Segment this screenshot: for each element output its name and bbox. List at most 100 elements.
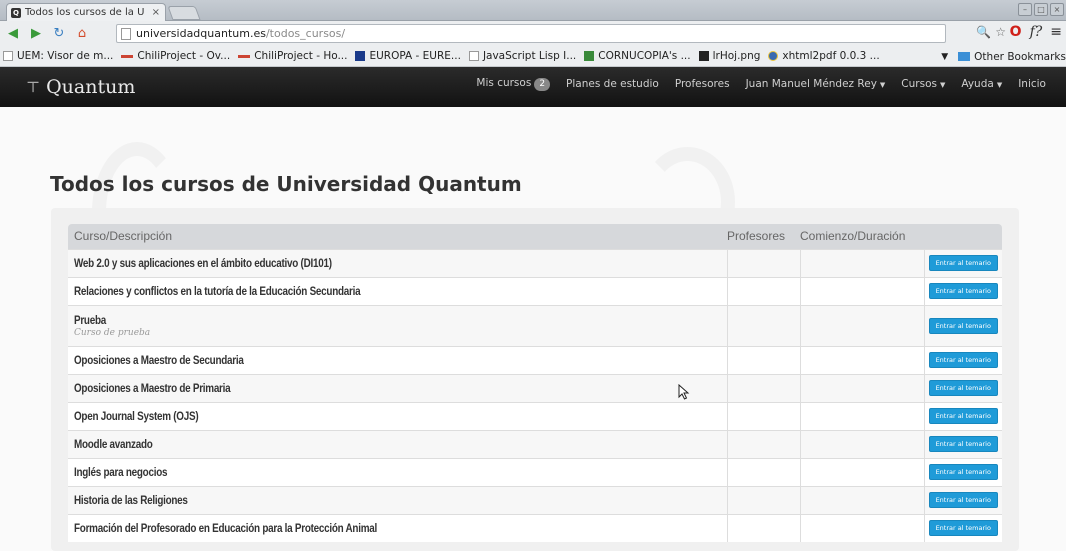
back-icon[interactable]: ◀ <box>3 24 23 44</box>
image-icon <box>698 51 709 61</box>
bookmark-item[interactable]: ChiliProject - Ho... <box>235 50 352 62</box>
url-path: /todos_cursos/ <box>265 27 346 40</box>
bookmark-item[interactable]: xhtml2pdf 0.0.3 ... <box>765 50 884 62</box>
bookmark-label: ChiliProject - Ho... <box>254 50 348 62</box>
action-cell: Entrar al temario <box>923 276 1002 305</box>
enter-syllabus-button[interactable]: Entrar al temario <box>928 352 998 368</box>
bookmark-item[interactable]: CORNUCOPIA's ... <box>581 50 695 62</box>
enter-syllabus-button[interactable]: Entrar al temario <box>928 317 998 334</box>
enter-syllabus-button[interactable]: Entrar al temario <box>928 464 998 480</box>
favicon-icon: Q <box>11 7 21 18</box>
course-name[interactable]: Oposiciones a Maestro de Primaria <box>74 383 231 395</box>
bookmark-item[interactable]: EUROPA - EURE... <box>352 50 465 62</box>
action-cell: Entrar al temario <box>923 485 1002 514</box>
enter-syllabus-button[interactable]: Entrar al temario <box>928 408 998 424</box>
course-name[interactable]: Prueba <box>74 315 106 327</box>
caret-down-icon: ▼ <box>996 81 1003 89</box>
nav-ayuda-menu[interactable]: Ayuda ▼ <box>961 78 1002 90</box>
bookmark-item[interactable]: UEM: Visor de m... <box>0 50 118 62</box>
profesores-cell <box>726 248 800 277</box>
nav-planes[interactable]: Planes de estudio <box>566 78 659 90</box>
enter-syllabus-button[interactable]: Entrar al temario <box>928 283 998 299</box>
enter-syllabus-button[interactable]: Entrar al temario <box>928 380 998 396</box>
profesores-cell <box>726 345 800 374</box>
browser-tabstrip: Q Todos los cursos de la U × – □ × <box>0 0 1066 21</box>
mouse-cursor-icon <box>678 384 690 400</box>
bookmark-label: ChiliProject - Ov... <box>137 50 231 62</box>
course-name[interactable]: Historia de las Religiones <box>74 495 188 507</box>
course-name[interactable]: Web 2.0 y sus aplicaciones en el ámbito … <box>74 258 332 270</box>
table-row: Relaciones y conflictos en la tutoría de… <box>68 276 1002 305</box>
table-row: Prueba Curso de prueba Entrar al temario <box>68 304 1002 346</box>
nav-user-menu[interactable]: Juan Manuel Méndez Rey ▼ <box>746 78 886 90</box>
bookmark-item[interactable]: ChiliProject - Ov... <box>118 50 235 62</box>
other-bookmarks[interactable]: Other Bookmarks <box>974 51 1066 63</box>
comienzo-cell <box>799 276 924 305</box>
function-extension-icon[interactable]: f? <box>1030 24 1043 40</box>
course-cell: Inglés para negocios <box>68 457 727 486</box>
caret-down-icon: ▼ <box>939 81 946 89</box>
chevron-down-icon[interactable]: ▼ <box>941 52 948 62</box>
menu-icon[interactable]: ≡ <box>1050 24 1062 40</box>
nav-mis-cursos[interactable]: Mis cursos 2 <box>476 77 551 91</box>
comienzo-cell <box>799 429 924 458</box>
nav-profesores[interactable]: Profesores <box>675 78 730 90</box>
nav-inicio[interactable]: Inicio <box>1018 78 1046 90</box>
bookmark-item[interactable]: lrHoj.png <box>696 50 766 62</box>
table-row: Open Journal System (OJS) Entrar al temar… <box>68 401 1002 430</box>
enter-syllabus-button[interactable]: Entrar al temario <box>928 492 998 508</box>
bookmark-label: UEM: Visor de m... <box>17 50 114 62</box>
action-cell: Entrar al temario <box>923 513 1002 542</box>
minimize-icon[interactable]: – <box>1018 3 1032 16</box>
enter-syllabus-button[interactable]: Entrar al temario <box>928 520 998 537</box>
courses-table: Curso/Descripción Profesores Comienzo/Du… <box>68 224 1002 542</box>
enter-syllabus-button[interactable]: Entrar al temario <box>928 436 998 452</box>
star-icon[interactable]: ☆ <box>995 25 1006 39</box>
course-name[interactable]: Open Journal System (OJS) <box>74 411 199 423</box>
profesores-cell <box>726 457 800 486</box>
header-actions <box>924 224 1002 249</box>
bookmark-item[interactable]: JavaScript Lisp I... <box>466 50 581 62</box>
reload-icon[interactable]: ↻ <box>49 24 69 44</box>
maximize-icon[interactable]: □ <box>1034 3 1048 16</box>
nav-label: Ayuda <box>961 78 994 90</box>
course-cell: Formación del Profesorado en Educación p… <box>68 513 727 542</box>
course-cell: Open Journal System (OJS) <box>68 401 727 430</box>
course-description: Curso de prueba <box>74 327 151 338</box>
close-icon[interactable]: × <box>152 7 160 18</box>
course-name[interactable]: Oposiciones a Maestro de Secundaria <box>74 355 244 367</box>
course-cell: Relaciones y conflictos en la tutoría de… <box>68 276 727 305</box>
nav-cursos-menu[interactable]: Cursos ▼ <box>901 78 945 90</box>
page-icon <box>468 51 479 61</box>
home-icon[interactable]: ⌂ <box>72 24 92 44</box>
close-window-icon[interactable]: × <box>1050 3 1064 16</box>
forward-icon[interactable]: ▶ <box>26 24 46 44</box>
course-cell: Oposiciones a Maestro de Primaria <box>68 373 727 402</box>
table-row: Formación del Profesorado en Educación p… <box>68 513 1002 542</box>
address-bar[interactable]: universidadquantum.es/todos_cursos/ <box>116 24 946 43</box>
course-cell: Moodle avanzado <box>68 429 727 458</box>
comienzo-cell <box>799 513 924 542</box>
course-cell: Prueba Curso de prueba <box>68 304 727 346</box>
eu-flag-icon <box>355 51 366 61</box>
folder-icon <box>958 52 971 61</box>
browser-tab[interactable]: Q Todos los cursos de la U × <box>6 3 166 21</box>
course-name[interactable]: Formación del Profesorado en Educación p… <box>74 523 377 535</box>
zoom-icon[interactable]: 🔍 <box>976 25 991 39</box>
action-cell: Entrar al temario <box>923 457 1002 486</box>
courses-panel: Curso/Descripción Profesores Comienzo/Du… <box>51 208 1019 551</box>
profesores-cell <box>726 485 800 514</box>
action-cell: Entrar al temario <box>923 429 1002 458</box>
opera-extension-icon[interactable]: O <box>1010 24 1022 40</box>
course-name[interactable]: Inglés para negocios <box>74 467 167 479</box>
tab-title: Todos los cursos de la U <box>25 7 145 18</box>
course-name[interactable]: Moodle avanzado <box>74 439 153 451</box>
bookmark-label: lrHoj.png <box>712 50 761 62</box>
enter-syllabus-button[interactable]: Entrar al temario <box>928 255 998 271</box>
site-navbar: ⊤ Quantum Mis cursos 2 Planes de estudio … <box>0 67 1066 107</box>
new-tab-button[interactable] <box>167 6 201 20</box>
table-row: Oposiciones a Maestro de Primaria Entrar … <box>68 373 1002 402</box>
course-name[interactable]: Relaciones y conflictos en la tutoría de… <box>74 286 361 298</box>
profesores-cell <box>726 513 800 542</box>
brand-logo[interactable]: ⊤ Quantum <box>26 76 135 98</box>
